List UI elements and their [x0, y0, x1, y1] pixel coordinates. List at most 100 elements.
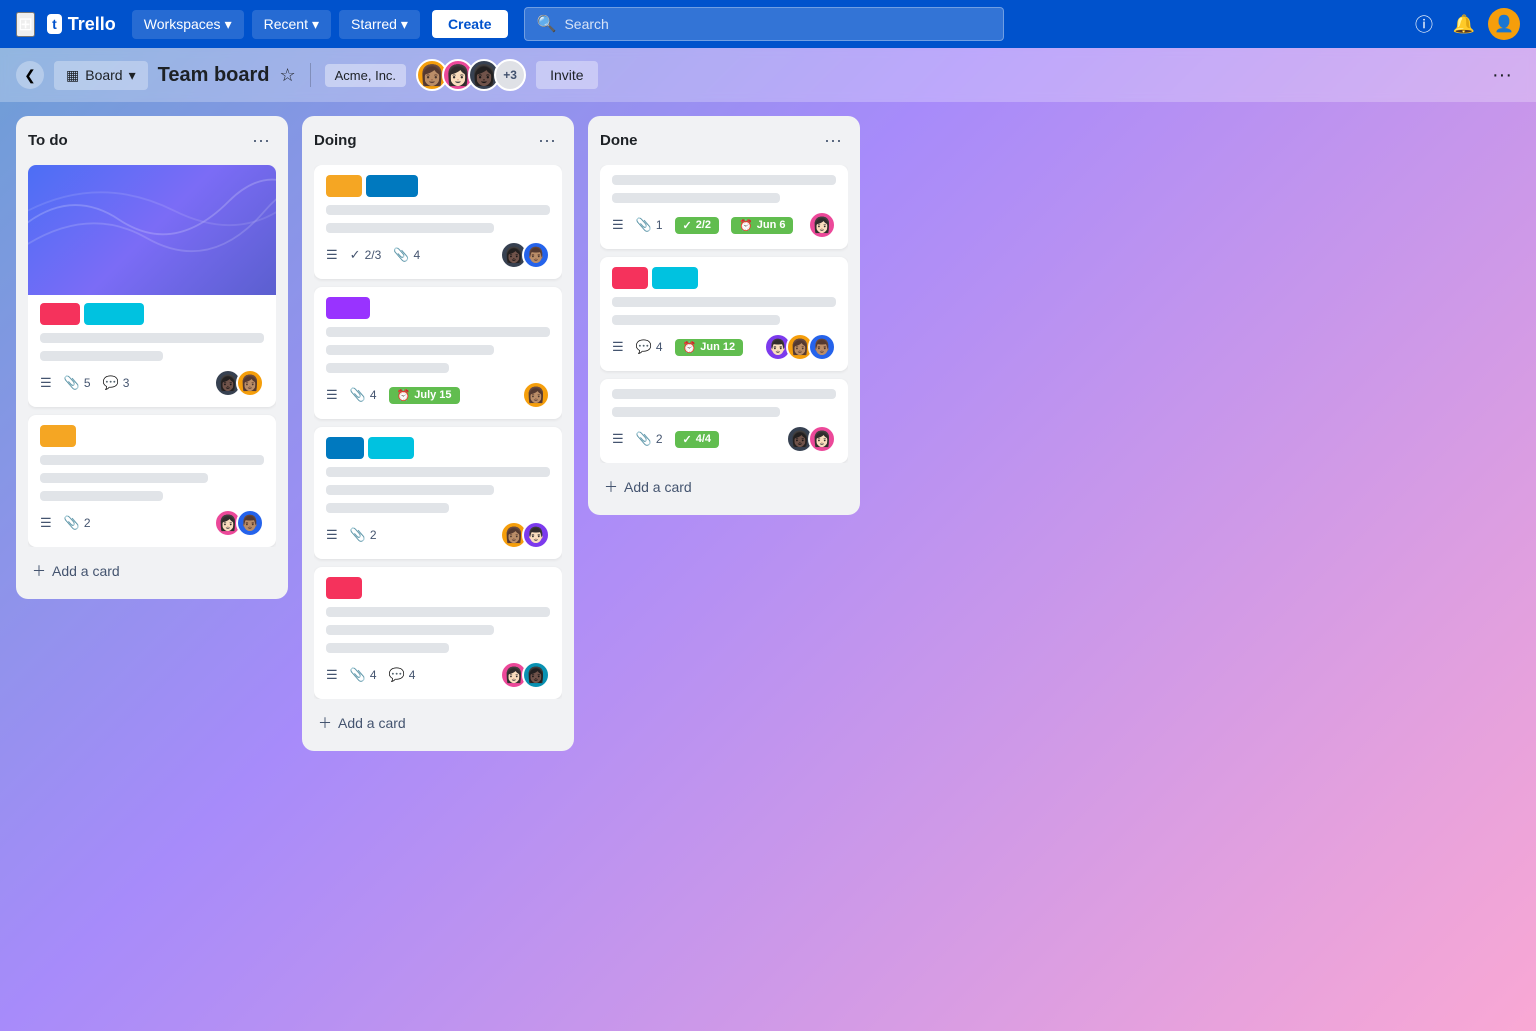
card-attachments: 📎 4	[350, 387, 377, 403]
card-comments: 💬 4	[389, 667, 416, 683]
label-pink	[612, 267, 648, 289]
card-avatar-3: 👨🏽	[808, 333, 836, 361]
card-avatars: 👩🏿 👩🏽	[214, 369, 264, 397]
notifications-icon-button[interactable]: 🔔	[1448, 8, 1480, 40]
add-card-button-todo[interactable]: ＋ Add a card	[28, 555, 276, 587]
search-bar[interactable]: 🔍	[524, 7, 1004, 41]
doing-card-4[interactable]: ☰ 📎 4 💬 4 👩🏻 👩🏿	[314, 567, 562, 699]
card-avatars: 👩🏽 👨🏻	[500, 521, 550, 549]
trello-logo[interactable]: t Trello	[47, 14, 116, 35]
attachment-icon: 📎	[350, 667, 366, 683]
card-description-icon: ☰	[326, 387, 338, 403]
card-footer: ☰ 📎 1 ✓ 2/2 ⏰ Jun 6 👩🏻	[612, 211, 836, 239]
card-labels	[326, 297, 550, 319]
attachment-count: 5	[84, 376, 91, 390]
workspaces-menu[interactable]: Workspaces ▾	[132, 10, 244, 39]
card-line	[326, 345, 494, 355]
add-card-button-done[interactable]: ＋ Add a card	[600, 471, 848, 503]
card-cover	[28, 165, 276, 295]
card-line	[326, 643, 449, 653]
card-line	[326, 363, 449, 373]
card-line	[40, 473, 208, 483]
card-description-icon: ☰	[326, 247, 338, 263]
starred-menu[interactable]: Starred ▾	[339, 10, 420, 39]
card-line	[326, 223, 494, 233]
card-line	[326, 625, 494, 635]
card-attachments: 📎 4	[393, 247, 420, 263]
card-footer: ☰ 📎 2 ✓ 4/4 👩🏿 👩🏻	[612, 425, 836, 453]
list-todo: To do ···	[16, 116, 288, 599]
avatar-emoji: 👤	[1494, 14, 1514, 34]
card-footer: ☰ 📎 2 👩🏻 👨🏽	[40, 509, 264, 537]
due-date-text: Jun 12	[700, 341, 735, 353]
checklist-badge: ✓ 2/2	[675, 217, 720, 234]
done-card-3[interactable]: ☰ 📎 2 ✓ 4/4 👩🏿 👩🏻	[600, 379, 848, 463]
recent-menu[interactable]: Recent ▾	[252, 10, 331, 39]
description-icon: ☰	[326, 247, 338, 263]
label-blue	[366, 175, 418, 197]
info-icon-button[interactable]: ⓘ	[1408, 8, 1440, 40]
list-todo-title: To do	[28, 132, 68, 149]
chevron-down-icon: ▾	[129, 67, 136, 84]
invite-button[interactable]: Invite	[536, 61, 597, 89]
board-content: To do ···	[0, 102, 1536, 1031]
list-done-menu[interactable]: ···	[818, 128, 848, 153]
card-footer: ☰ 📎 5 💬 3 👩🏿 👩🏽	[40, 369, 264, 397]
doing-card-3[interactable]: ☰ 📎 2 👩🏽 👨🏻	[314, 427, 562, 559]
grid-icon[interactable]: ⊞	[16, 12, 35, 37]
card-line	[326, 327, 550, 337]
workspace-chip[interactable]: Acme, Inc.	[325, 64, 406, 87]
checklist-text: 4/4	[696, 433, 711, 445]
done-card-1[interactable]: ☰ 📎 1 ✓ 2/2 ⏰ Jun 6 👩🏻	[600, 165, 848, 249]
todo-card-2[interactable]: ☰ 📎 2 👩🏻 👨🏽	[28, 415, 276, 547]
list-todo-menu[interactable]: ···	[246, 128, 276, 153]
description-icon: ☰	[40, 515, 52, 531]
label-cyan	[652, 267, 698, 289]
description-icon: ☰	[40, 375, 52, 391]
search-input[interactable]	[564, 16, 990, 32]
card-description-icon: ☰	[612, 217, 624, 233]
doing-card-2[interactable]: ☰ 📎 4 ⏰ July 15 👩🏽	[314, 287, 562, 419]
label-pink	[326, 577, 362, 599]
user-avatar[interactable]: 👤	[1488, 8, 1520, 40]
list-doing-menu[interactable]: ···	[532, 128, 562, 153]
card-avatars: 👩🏻	[808, 211, 836, 239]
attachment-count: 2	[370, 528, 377, 542]
card-description-icon: ☰	[326, 667, 338, 683]
attachment-icon: 📎	[636, 431, 652, 447]
attachment-count: 4	[413, 248, 420, 262]
card-avatar-2: 👨🏽	[236, 509, 264, 537]
sidebar-collapse-button[interactable]: ❮	[16, 61, 44, 89]
chevron-down-icon: ▾	[225, 16, 232, 33]
list-doing-header: Doing ···	[314, 128, 562, 153]
card-attachments: 📎 4	[350, 667, 377, 683]
card-description-icon: ☰	[326, 527, 338, 543]
card-line	[612, 193, 780, 203]
board-more-button[interactable]: ···	[1484, 60, 1520, 91]
todo-card-1[interactable]: ☰ 📎 5 💬 3 👩🏿 👩🏽	[28, 165, 276, 407]
card-comments: 💬 3	[103, 375, 130, 391]
card-avatars: 👩🏻 👩🏿	[500, 661, 550, 689]
card-attachments: 📎 2	[636, 431, 663, 447]
create-button[interactable]: Create	[432, 10, 508, 38]
card-labels	[326, 577, 550, 599]
add-card-button-doing[interactable]: ＋ Add a card	[314, 707, 562, 739]
card-avatars: 👨🏻 👩🏽 👨🏽	[764, 333, 836, 361]
description-icon: ☰	[326, 387, 338, 403]
card-avatar-1: 👩🏻	[808, 211, 836, 239]
checklist-badge: ✓ 4/4	[675, 431, 720, 448]
card-avatars: 👩🏿 👩🏻	[786, 425, 836, 453]
card-attachments: 📎 2	[64, 515, 91, 531]
star-button[interactable]: ☆	[280, 65, 296, 86]
card-line	[40, 351, 163, 361]
card-line	[612, 389, 836, 399]
board-title: Team board	[158, 64, 270, 87]
list-done-header: Done ···	[600, 128, 848, 153]
more-members-badge[interactable]: +3	[494, 59, 526, 91]
clock-icon: ⏰	[397, 389, 411, 402]
done-card-2[interactable]: ☰ 💬 4 ⏰ Jun 12 👨🏻 👩🏽 👨🏽	[600, 257, 848, 371]
card-line	[326, 503, 449, 513]
card-line	[326, 607, 550, 617]
doing-card-1[interactable]: ☰ ✓ 2/3 📎 4 👩🏿 👨🏽	[314, 165, 562, 279]
board-view-button[interactable]: ▦ Board ▾	[54, 61, 148, 90]
